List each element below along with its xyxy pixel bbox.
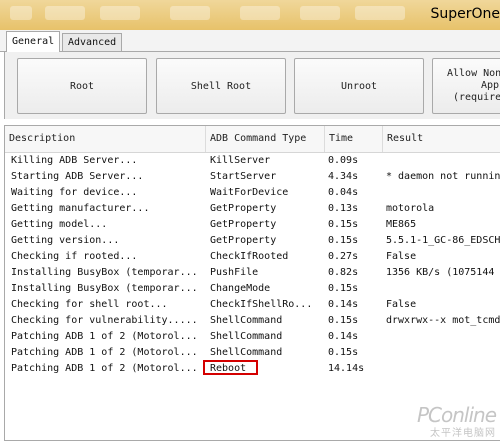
quick-access-icon[interactable] [45, 6, 85, 20]
result-cell [386, 153, 500, 169]
result-cell: * daemon not running [386, 171, 500, 182]
command-type-cell: StartServer [210, 171, 277, 182]
description-cell: Killing ADB Server... [11, 155, 138, 166]
time-cell: 0.09s [328, 155, 359, 166]
time-cell: 0.13s [328, 203, 359, 214]
table-header: Description ADB Command Type Time Result [5, 126, 500, 153]
button-line: (require [453, 92, 500, 103]
command-type-cell: GetProperty [210, 219, 277, 230]
command-type-cell: WaitForDevice [210, 187, 289, 198]
command-type-cell: CheckIfRooted [210, 251, 289, 262]
table-row[interactable]: Checking for vulnerability..... ShellComm… [5, 313, 500, 329]
tab-strip: General Advanced [0, 30, 500, 52]
time-cell: 0.15s [328, 235, 359, 246]
table-row[interactable]: Waiting for device... WaitForDevice 0.04s [5, 185, 500, 201]
highlight-box [203, 360, 258, 375]
description-cell: Patching ADB 1 of 2 (Motorol... [11, 347, 198, 358]
description-cell: Waiting for device... [11, 187, 138, 198]
shell-root-button[interactable]: Shell Root [156, 58, 286, 114]
title-bar: SuperOne [0, 0, 500, 30]
watermark: PConline 太平洋电脑网 [417, 403, 497, 439]
table-row[interactable]: Checking if rooted... CheckIfRooted 0.27s F… [5, 249, 500, 265]
result-cell: 5.5.1-1_GC-86_EDSCH [386, 235, 500, 246]
result-cell: ME865 [386, 219, 417, 230]
unroot-button[interactable]: Unroot [294, 58, 424, 114]
command-type-cell: CheckIfShellRo... [210, 299, 313, 310]
result-cell [386, 345, 500, 361]
time-cell: 0.04s [328, 187, 359, 198]
time-cell: 0.15s [328, 315, 359, 326]
result-cell: 1356 KB/s (1075144 [386, 267, 495, 278]
root-button[interactable]: Root [17, 58, 147, 114]
quick-access-icon[interactable] [240, 6, 280, 20]
time-cell: 0.82s [328, 267, 359, 278]
result-cell: motorola [386, 203, 435, 214]
command-type-cell: KillServer [210, 155, 271, 166]
column-header-result[interactable]: Result [383, 126, 500, 152]
log-table: Description ADB Command Type Time Result… [4, 125, 500, 441]
time-cell: 0.14s [328, 331, 359, 342]
button-line: App [481, 80, 500, 91]
command-type-cell: ChangeMode [210, 283, 271, 294]
description-cell: Starting ADB Server... [11, 171, 144, 182]
table-row[interactable]: Installing BusyBox (temporar... PushFile 0… [5, 265, 500, 281]
time-cell: 4.34s [328, 171, 359, 182]
result-cell [386, 185, 500, 201]
quick-access-icon[interactable] [170, 6, 210, 20]
tab-advanced[interactable]: Advanced [62, 33, 123, 51]
quick-access-icon[interactable] [100, 6, 140, 20]
table-row[interactable]: Patching ADB 1 of 2 (Motorol... ShellComm… [5, 345, 500, 361]
table-row[interactable]: Getting model... GetProperty 0.15s ME865 [5, 217, 500, 233]
app-icon [10, 6, 32, 20]
quick-access-icon[interactable] [300, 6, 340, 20]
result-cell: False [386, 251, 417, 262]
time-cell: 0.27s [328, 251, 359, 262]
table-row[interactable]: Getting manufacturer... GetProperty 0.13s m… [5, 201, 500, 217]
table-row[interactable]: Installing BusyBox (temporar... ChangeMod… [5, 281, 500, 297]
column-header-command-type[interactable]: ADB Command Type [206, 126, 325, 152]
command-type-cell: ShellCommand [210, 347, 283, 358]
action-button-panel: Root Shell Root Unroot Allow Non App (re… [4, 52, 500, 119]
quick-access-icon[interactable] [355, 6, 405, 20]
time-cell: 0.15s [328, 283, 359, 294]
description-cell: Patching ADB 1 of 2 (Motorol... [11, 363, 198, 374]
table-row[interactable]: Patching ADB 1 of 2 (Motorol... ShellComm… [5, 329, 500, 345]
window-title: SuperOne [430, 6, 500, 22]
description-cell: Getting model... [11, 219, 108, 230]
description-cell: Installing BusyBox (temporar... [11, 283, 198, 294]
result-cell: False [386, 299, 417, 310]
description-cell: Getting manufacturer... [11, 203, 150, 214]
command-type-cell: ShellCommand [210, 315, 283, 326]
result-cell [386, 281, 500, 297]
table-row[interactable]: Starting ADB Server... StartServer 4.34s * … [5, 169, 500, 185]
button-line: Allow Non [447, 68, 500, 79]
command-type-cell: GetProperty [210, 203, 277, 214]
column-header-time[interactable]: Time [325, 126, 383, 152]
time-cell: 0.15s [328, 219, 359, 230]
table-row[interactable]: Checking for shell root... CheckIfShellRo… [5, 297, 500, 313]
table-row[interactable]: Killing ADB Server... KillServer 0.09s [5, 153, 500, 169]
result-cell [386, 329, 500, 345]
allow-non-app-button[interactable]: Allow Non App (require [432, 58, 500, 114]
command-type-cell: ShellCommand [210, 331, 283, 342]
time-cell: 14.14s [328, 363, 365, 374]
description-cell: Checking for vulnerability..... [11, 315, 198, 326]
description-cell: Getting version... [11, 235, 120, 246]
result-cell [386, 361, 500, 377]
description-cell: Patching ADB 1 of 2 (Motorol... [11, 331, 198, 342]
result-cell: drwxrwx--x mot_tcmd [386, 315, 500, 326]
description-cell: Installing BusyBox (temporar... [11, 267, 198, 278]
tab-general[interactable]: General [6, 31, 61, 52]
time-cell: 0.15s [328, 347, 359, 358]
table-row[interactable]: Getting version... GetProperty 0.15s 5.5.1-… [5, 233, 500, 249]
description-cell: Checking if rooted... [11, 251, 138, 262]
command-type-cell: PushFile [210, 267, 259, 278]
time-cell: 0.14s [328, 299, 359, 310]
description-cell: Checking for shell root... [11, 299, 168, 310]
column-header-description[interactable]: Description [5, 126, 206, 152]
command-type-cell: GetProperty [210, 235, 277, 246]
